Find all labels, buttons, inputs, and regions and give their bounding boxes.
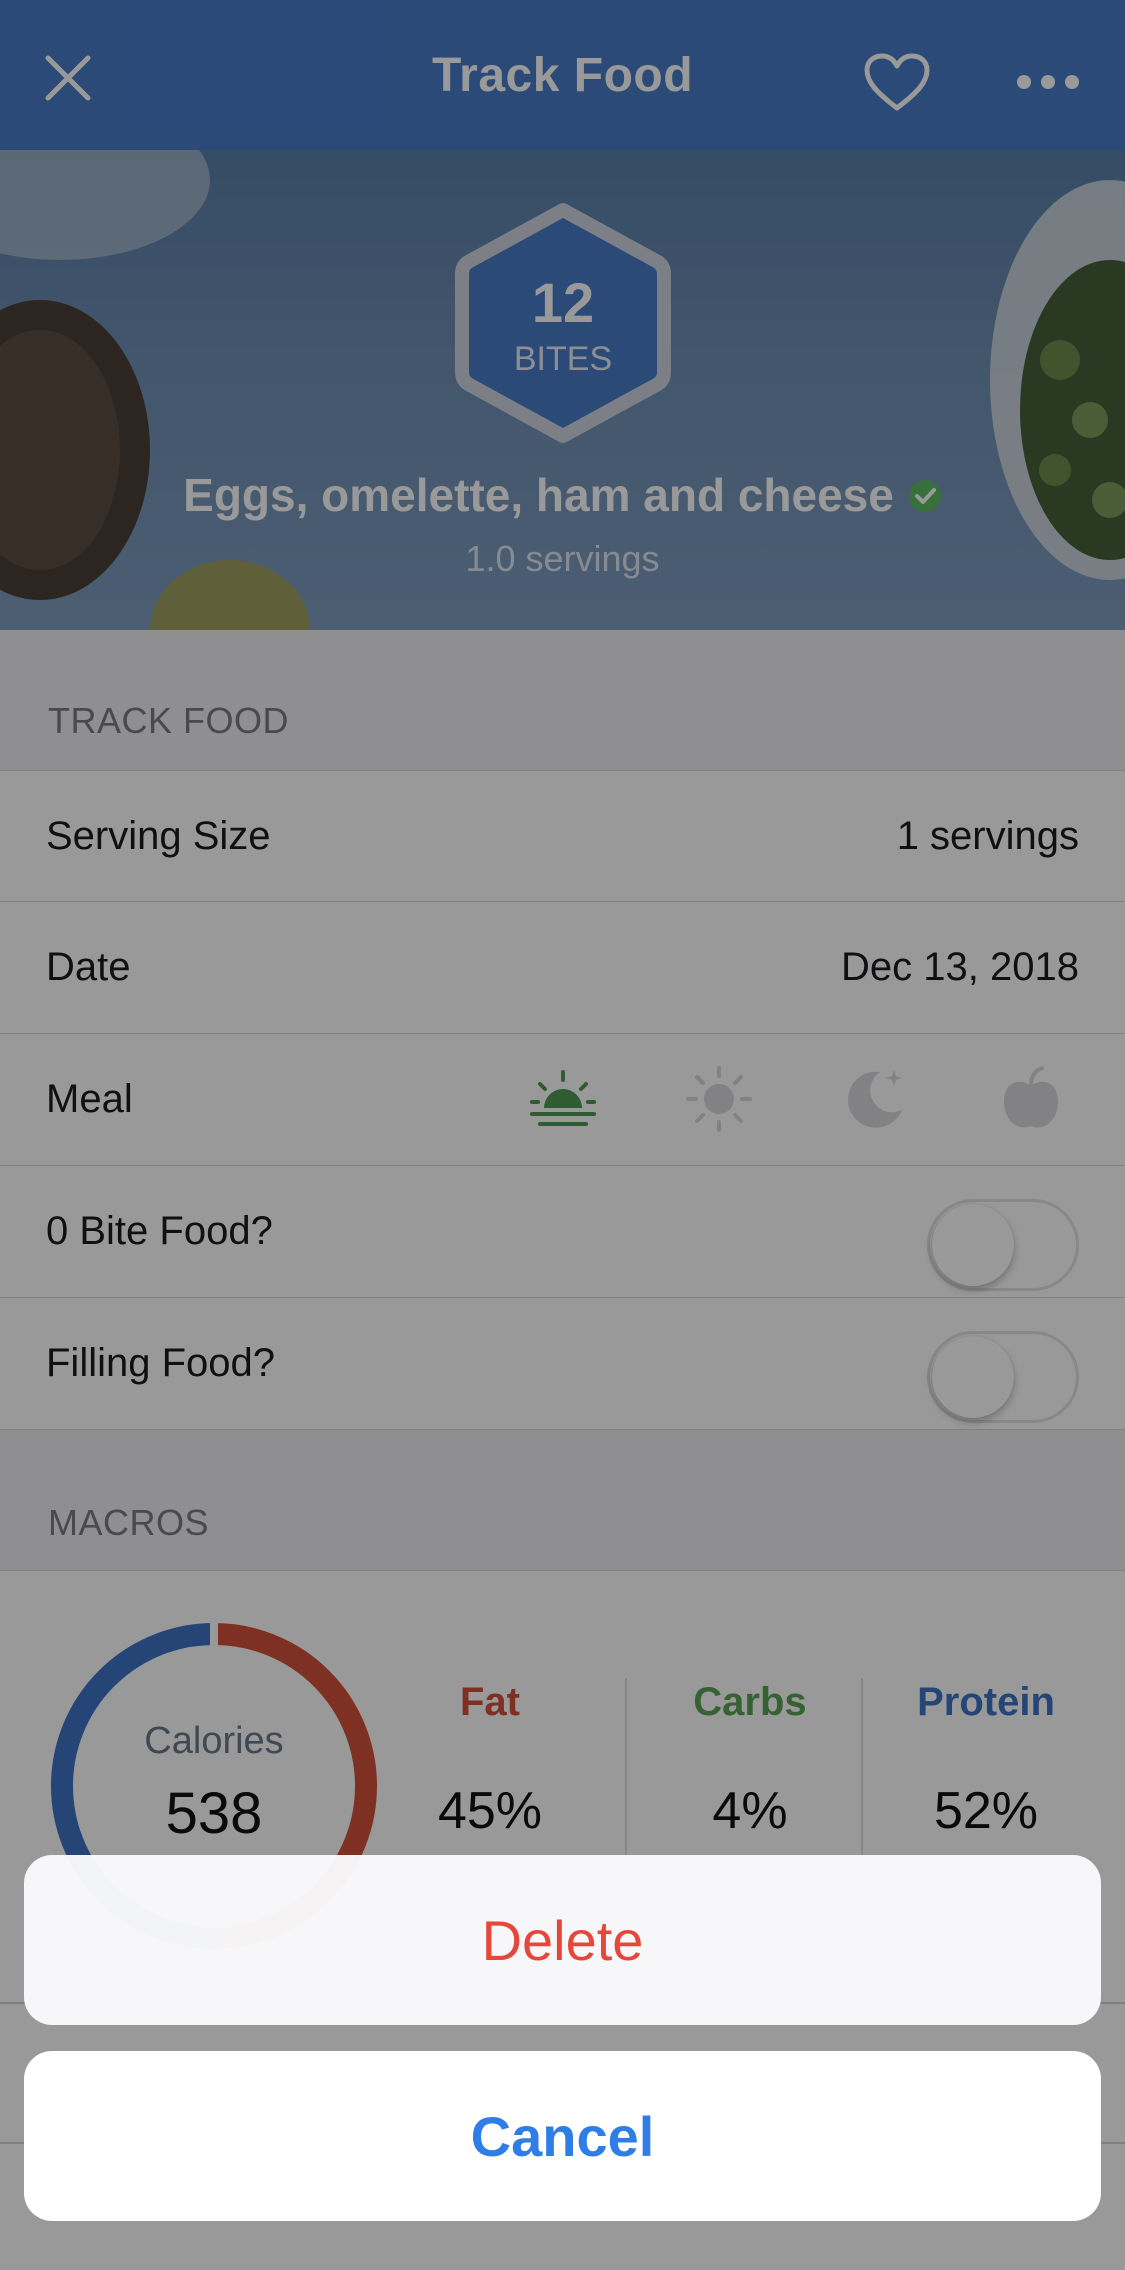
track-food-screen: Track Food 12 BITES Eggs, omelette, ham … — [0, 0, 1125, 2270]
delete-button[interactable]: Delete — [24, 1855, 1101, 2025]
cancel-button[interactable]: Cancel — [24, 2051, 1101, 2221]
